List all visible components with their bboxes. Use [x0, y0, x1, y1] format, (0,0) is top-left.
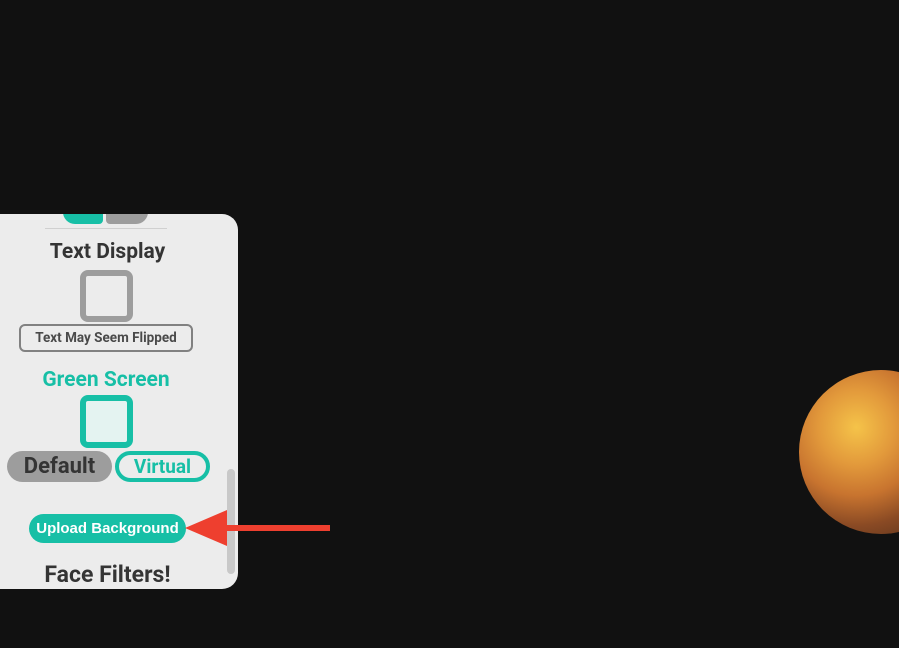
- text-display-checkbox[interactable]: [80, 270, 133, 322]
- divider: [45, 228, 167, 229]
- partial-toggle-on[interactable]: [63, 214, 103, 224]
- avatar-image: [799, 370, 899, 534]
- green-screen-heading: Green Screen: [0, 368, 212, 392]
- toggle-default-button[interactable]: Default: [7, 451, 112, 482]
- toggle-default-label: Default: [24, 454, 95, 479]
- text-display-heading: Text Display: [0, 240, 215, 264]
- flip-notice-label: Text May Seem Flipped: [35, 330, 177, 346]
- partial-toggle: [63, 214, 150, 224]
- arrow-line: [223, 525, 330, 531]
- upload-background-button[interactable]: Upload Background: [29, 514, 186, 543]
- settings-panel: Text Display Text May Seem Flipped Green…: [0, 214, 238, 589]
- toggle-virtual-button[interactable]: Virtual: [115, 451, 210, 482]
- background-mode-toggle: Default Virtual: [7, 451, 206, 482]
- flip-notice-button[interactable]: Text May Seem Flipped: [19, 324, 193, 352]
- face-filters-heading: Face Filters!: [0, 561, 215, 588]
- toggle-virtual-label: Virtual: [134, 455, 191, 478]
- green-screen-checkbox[interactable]: [80, 395, 133, 448]
- partial-toggle-off[interactable]: [106, 214, 148, 224]
- scrollbar-thumb[interactable]: [227, 469, 235, 574]
- upload-background-label: Upload Background: [36, 520, 179, 537]
